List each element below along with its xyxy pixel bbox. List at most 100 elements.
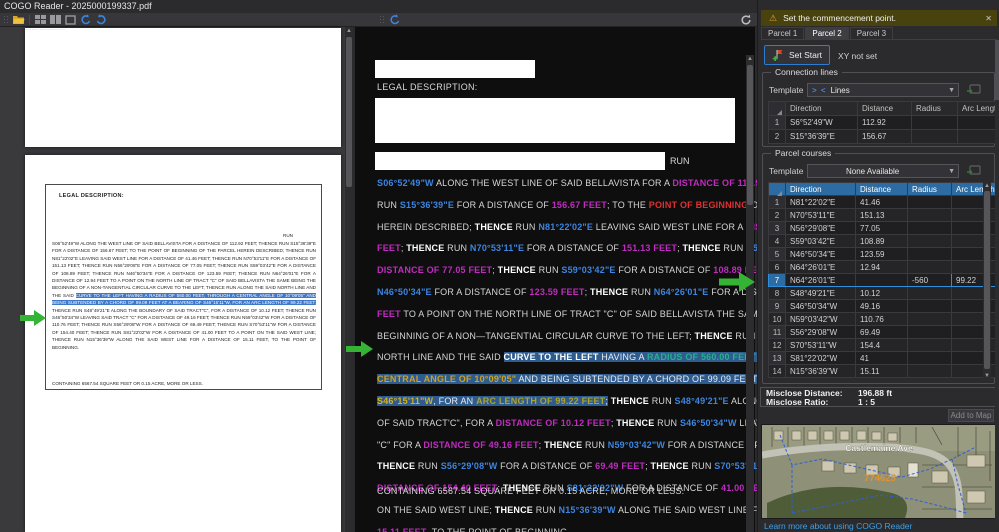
table-cell[interactable]	[907, 312, 952, 326]
table-cell[interactable]: 15.11	[855, 364, 908, 378]
table-cell[interactable]: 2	[768, 208, 786, 222]
table-cell[interactable]	[907, 351, 952, 365]
column-header-Direction[interactable]: Direction	[785, 101, 858, 116]
table-cell[interactable]: N81°22'02"E	[785, 195, 856, 209]
refresh-button[interactable]	[739, 14, 752, 25]
apply-template-icon[interactable]	[967, 165, 981, 177]
table-cell[interactable]: 154.4	[855, 338, 908, 352]
table-cell[interactable]: 156.67	[857, 129, 912, 144]
table-cell[interactable]: 77.05	[855, 221, 908, 235]
table-cell[interactable]	[951, 221, 999, 235]
table-row-3[interactable]: 3 N56°29'08"E 77.05	[768, 221, 999, 235]
table-cell[interactable]: 9	[768, 299, 786, 313]
table-cell[interactable]: N64°26'01"E	[785, 273, 856, 287]
table-row-4[interactable]: 4 S59°03'42"E 108.89	[768, 234, 999, 248]
right-pane-scrollbar[interactable]	[995, 40, 999, 530]
toolbar-grip[interactable]	[3, 14, 8, 25]
column-header-Direction[interactable]: Direction	[785, 182, 856, 196]
table-cell[interactable]: S48°49'21"E	[785, 286, 856, 300]
table-cell[interactable]: 112.92	[857, 115, 912, 130]
table-row-1[interactable]: 1 N81°22'02"E 41.46	[768, 195, 999, 209]
table-cell[interactable]: S6°52'49"W	[785, 115, 858, 130]
table-cell[interactable]: 11	[768, 325, 786, 339]
table-cell[interactable]: 151.13	[855, 208, 908, 222]
table-cell[interactable]: 108.89	[855, 234, 908, 248]
table-cell[interactable]	[951, 195, 999, 209]
table-cell[interactable]: N64°26'01"E	[785, 260, 856, 274]
set-start-button[interactable]: Set Start	[764, 45, 830, 65]
center-pane-scrollbar[interactable]: ▲	[746, 55, 754, 532]
table-cell[interactable]	[951, 364, 999, 378]
table-cell[interactable]: 3	[768, 221, 786, 235]
table-row-8[interactable]: 8 S48°49'21"E 10.12	[768, 286, 999, 300]
table-cell[interactable]: 7	[768, 273, 786, 287]
table-cell[interactable]: N70°53'11"E	[785, 208, 856, 222]
table-row-7[interactable]: 7 N64°26'01"E -560 99.22	[768, 273, 999, 287]
table-cell[interactable]: N59°03'42"W	[785, 312, 856, 326]
table-cell[interactable]	[951, 299, 999, 313]
apply-template-icon[interactable]	[967, 84, 981, 96]
parcel-table-scrollbar[interactable]: ▲ ▼	[983, 182, 991, 380]
table-cell[interactable]	[951, 312, 999, 326]
table-cell[interactable]	[907, 325, 952, 339]
table-cell[interactable]	[951, 208, 999, 222]
table-cell[interactable]	[907, 364, 952, 378]
table-row-10[interactable]: 10 N59°03'42"W 110.76	[768, 312, 999, 326]
table-cell[interactable]	[911, 129, 958, 144]
table-cell[interactable]	[951, 247, 999, 261]
table-cell[interactable]	[951, 286, 999, 300]
table-row-11[interactable]: 11 S56°29'08"W 69.49	[768, 325, 999, 339]
table-row-9[interactable]: 9 S46°50'34"W 49.16	[768, 299, 999, 313]
table-cell[interactable]: 12.94	[855, 260, 908, 274]
table-cell[interactable]: 6	[768, 260, 786, 274]
table-cell[interactable]: S70°53'11"W	[785, 338, 856, 352]
table-cell[interactable]	[907, 260, 952, 274]
table-cell[interactable]: -560	[907, 273, 952, 287]
table-cell[interactable]: 2	[768, 129, 786, 144]
table-cell[interactable]: N56°29'08"E	[785, 221, 856, 235]
table-cell[interactable]: 5	[768, 247, 786, 261]
table-row-2[interactable]: 2 N70°53'11"E 151.13	[768, 208, 999, 222]
table-cell[interactable]: S56°29'08"W	[785, 325, 856, 339]
table-cell[interactable]	[951, 234, 999, 248]
table-cell[interactable]: 49.16	[855, 299, 908, 313]
learn-more-link[interactable]: Learn more about using COGO Reader	[764, 521, 912, 531]
table-cell[interactable]: N15°36'39"W	[785, 364, 856, 378]
toolbar-grip[interactable]	[379, 14, 384, 25]
table-cell[interactable]	[957, 129, 999, 144]
table-cell[interactable]	[951, 351, 999, 365]
column-header-Radius[interactable]: Radius	[907, 182, 952, 196]
table-row-1[interactable]: 1 S6°52'49"W 112.92	[768, 115, 999, 130]
table-cell[interactable]: 10	[768, 312, 786, 326]
table-cell[interactable]: 4	[768, 234, 786, 248]
open-file-button[interactable]	[12, 14, 25, 25]
column-header-Radius[interactable]: Radius	[911, 101, 958, 116]
pdf-page-1[interactable]: ····· ···· · ··············· ·· ···	[25, 28, 341, 147]
column-header-Distance[interactable]: Distance	[855, 182, 908, 196]
column-header-Arc Length[interactable]: Arc Length	[951, 182, 999, 196]
table-cell[interactable]	[951, 325, 999, 339]
two-page-view-button[interactable]	[49, 14, 62, 25]
table-row-12[interactable]: 12 S70°53'11"W 154.4	[768, 338, 999, 352]
table-cell[interactable]: S15°36'39"E	[785, 129, 858, 144]
table-cell[interactable]: S81°22'02"W	[785, 351, 856, 365]
table-cell[interactable]	[957, 115, 999, 130]
table-row-5[interactable]: 5 N46°50'34"E 123.59	[768, 247, 999, 261]
banner-close-icon[interactable]: ✕	[985, 14, 992, 23]
table-cell[interactable]: 99.22	[951, 273, 999, 287]
single-page-view-button[interactable]	[64, 14, 77, 25]
table-row-14[interactable]: 14 N15°36'39"W 15.11	[768, 364, 999, 378]
parcel-template-dropdown[interactable]: None Available ▼	[807, 164, 959, 178]
table-cell[interactable]: 123.59	[855, 247, 908, 261]
table-cell[interactable]	[907, 195, 952, 209]
table-cell[interactable]	[907, 234, 952, 248]
table-cell[interactable]	[907, 221, 952, 235]
table-cell[interactable]: 41.46	[855, 195, 908, 209]
table-cell[interactable]	[907, 286, 952, 300]
rotate-page-button[interactable]	[388, 13, 401, 25]
table-row-13[interactable]: 13 S81°22'02"W 41	[768, 351, 999, 365]
table-cell[interactable]: S59°03'42"E	[785, 234, 856, 248]
table-cell[interactable]	[951, 260, 999, 274]
pdf-page-2[interactable]: LEGAL DESCRIPTION: RUN S06°52'49"W ALONG…	[25, 155, 341, 532]
column-header-Arc Length[interactable]: Arc Length	[957, 101, 999, 116]
